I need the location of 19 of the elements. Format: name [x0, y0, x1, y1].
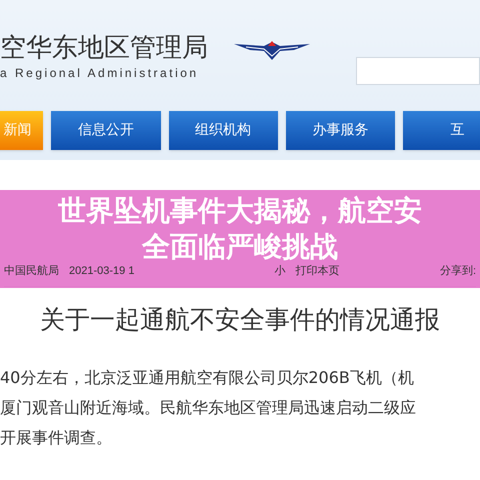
article-text-line: 40分左右，北京泛亚通用航空有限公司贝尔206B飞机（机: [0, 366, 414, 388]
font-size-link[interactable]: 小: [274, 262, 286, 280]
search-field[interactable]: [356, 57, 480, 85]
site-subtitle: a Regional Administration: [0, 65, 200, 82]
nav-tab[interactable]: 办事服务: [286, 111, 395, 150]
wings-logo-icon: [234, 40, 310, 62]
article-text-line: 厦门观音山附近海域。民航华东地区管理局迅速启动二级应: [0, 396, 416, 418]
nav-tab[interactable]: 组织机构: [168, 111, 278, 150]
article-text-line: 开展事件调查。: [0, 426, 112, 448]
share-text: 分享到:: [440, 264, 476, 279]
nav-tab[interactable]: 信息公开: [51, 111, 161, 150]
print-link[interactable]: 打印本页: [295, 262, 340, 280]
article-title: 关于一起通航不安全事件的情况通报: [40, 304, 440, 336]
date-text: 2021-03-19 1: [69, 264, 134, 279]
nav-tab[interactable]: 互: [402, 111, 480, 150]
banner-headline: 世界坠机事件大揭秘，航空安: [58, 193, 422, 229]
site-title: 空华东地区管理局: [0, 32, 208, 64]
banner-headline: 全面临严峻挑战: [142, 229, 338, 265]
source-text: 中国民航局: [4, 264, 59, 279]
